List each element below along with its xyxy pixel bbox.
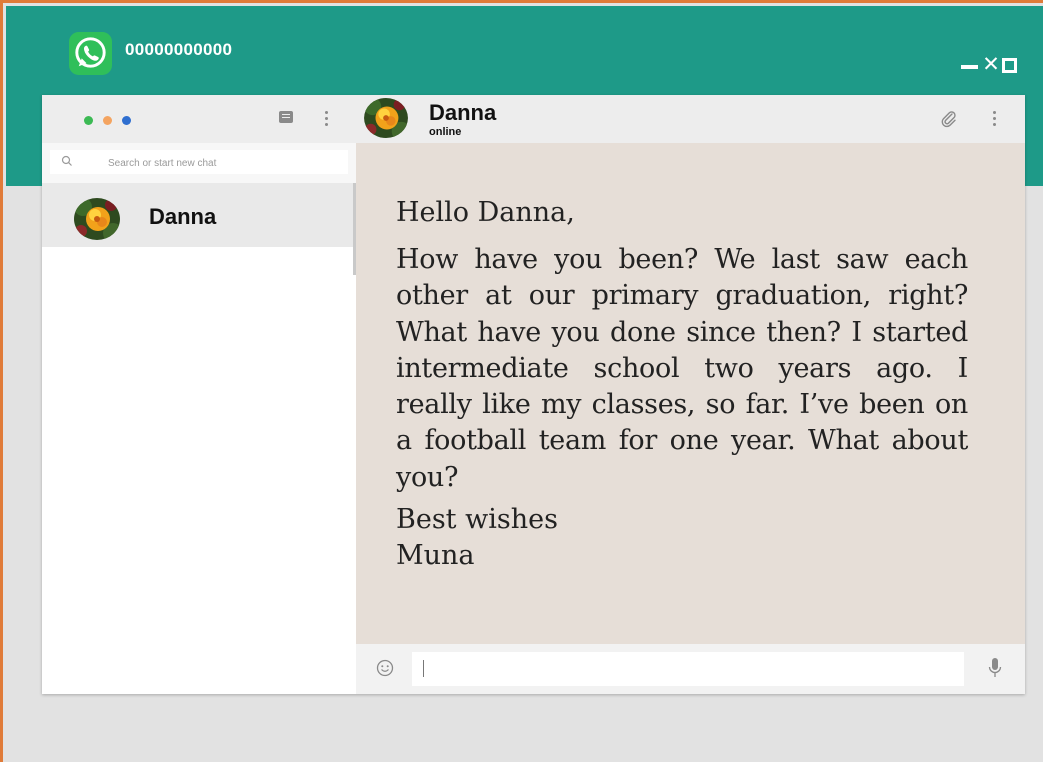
- search-placeholder: Search or start new chat: [108, 158, 217, 169]
- message-signature: Muna: [396, 540, 475, 572]
- new-chat-icon[interactable]: [279, 111, 293, 123]
- status-dot-orange: [103, 116, 112, 125]
- close-icon[interactable]: ✕: [981, 54, 1001, 75]
- sidebar-menu-icon[interactable]: [325, 111, 329, 127]
- text-caret: [423, 660, 424, 677]
- minimize-icon[interactable]: [961, 65, 978, 69]
- contact-status: online: [429, 126, 462, 138]
- message-body: How have you been? We last saw each othe…: [396, 244, 968, 493]
- search-icon: [61, 155, 72, 166]
- maximize-icon[interactable]: [1002, 58, 1017, 73]
- message-area: Hello Danna, How have you been? We last …: [356, 143, 1025, 644]
- contact-avatar[interactable]: [363, 97, 409, 139]
- message-greeting: Hello Danna,: [396, 197, 575, 228]
- message-closing: Best wishes: [396, 504, 558, 536]
- phone-number: 00000000000: [125, 40, 233, 59]
- status-dot-green: [84, 116, 93, 125]
- chat-name: Danna: [149, 204, 217, 229]
- composer-bar: [356, 644, 1025, 694]
- whatsapp-logo-icon: [69, 32, 112, 75]
- app-window: 00000000000 ✕ Search or start new chat D…: [0, 0, 1043, 762]
- conversation-header: Danna online: [356, 95, 1025, 143]
- contact-name[interactable]: Danna: [429, 100, 496, 126]
- chat-list-item[interactable]: Danna: [42, 183, 356, 247]
- message-text: Hello Danna, How have you been? We last …: [396, 195, 968, 574]
- message-input[interactable]: [412, 652, 964, 686]
- status-dot-blue: [122, 116, 131, 125]
- search-bar: Search or start new chat: [42, 143, 356, 183]
- attach-icon[interactable]: [939, 109, 959, 129]
- sidebar-header: [42, 95, 356, 143]
- microphone-icon[interactable]: [988, 657, 1002, 679]
- conversation-menu-icon[interactable]: [993, 111, 997, 127]
- emoji-icon[interactable]: [376, 659, 394, 677]
- chat-app: Search or start new chat Danna Danna onl…: [42, 95, 1025, 694]
- avatar: [74, 198, 120, 240]
